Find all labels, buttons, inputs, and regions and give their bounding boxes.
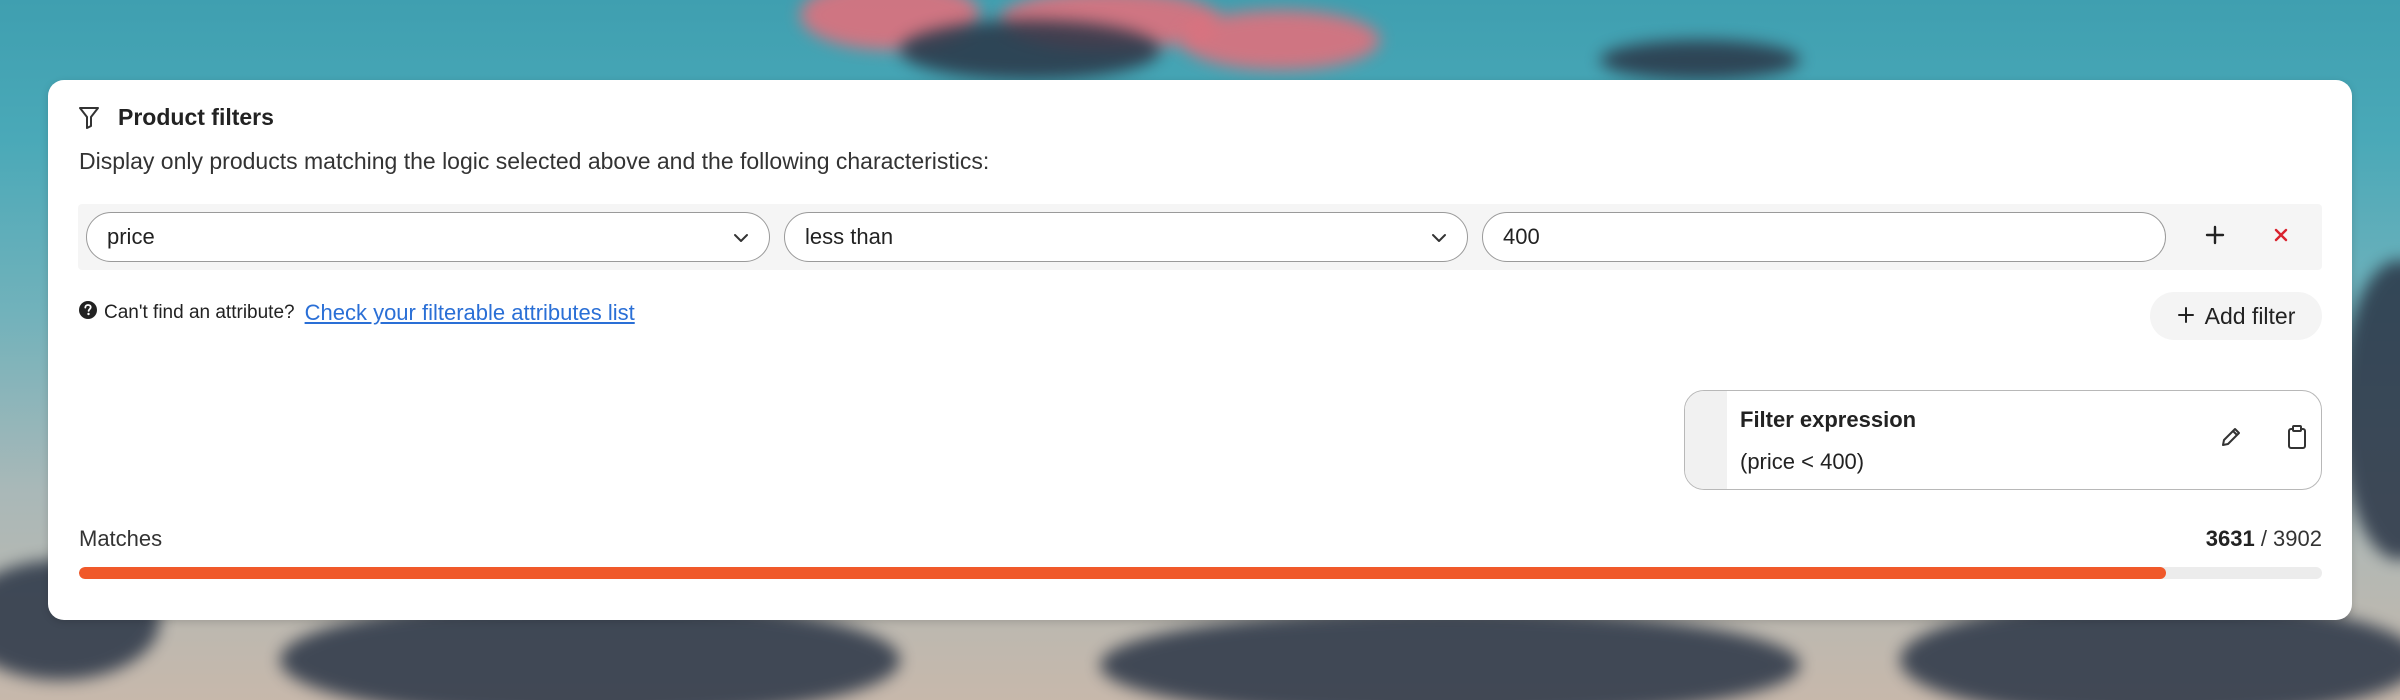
copy-expression-button[interactable] [2279, 421, 2315, 457]
product-filters-panel: Product filters Display only products ma… [48, 80, 2352, 620]
panel-description: Display only products matching the logic… [79, 148, 990, 174]
attribute-select-value: price [107, 224, 155, 249]
filter-row: price less than 400 [78, 204, 2322, 270]
add-filter-label: Add filter [2204, 302, 2296, 329]
pencil-icon [2218, 424, 2244, 455]
plus-icon [2205, 225, 2225, 250]
filter-icon [78, 106, 100, 130]
question-circle-icon [78, 300, 98, 326]
filter-value-text: 400 [1503, 224, 1540, 249]
add-filter-button[interactable]: Add filter [2150, 292, 2322, 340]
operator-select-value: less than [805, 224, 894, 249]
total-count: 3902 [2273, 526, 2322, 551]
plus-icon [2177, 303, 2195, 330]
attribute-select[interactable]: price [86, 212, 770, 262]
matched-count: 3631 [2205, 526, 2255, 551]
expression-side-strip [1685, 391, 1727, 489]
filter-value-input[interactable]: 400 [1482, 212, 2166, 262]
matches-progress-fill [79, 567, 2167, 579]
matches-progress-bar [79, 567, 2322, 579]
expression-title: Filter expression [1740, 407, 1917, 432]
panel-title: Product filters [118, 104, 274, 130]
close-icon [2273, 227, 2289, 248]
matches-label: Matches [79, 526, 163, 551]
filter-expression-box: Filter expression (price < 400) [1684, 390, 2322, 490]
panel-header: Product filters [78, 104, 274, 131]
matches-count: 3631 / 3902 [2206, 526, 2322, 552]
expression-value: (price < 400) [1740, 449, 1865, 474]
chevron-down-icon [731, 228, 751, 254]
help-text: Can't find an attribute? [104, 302, 295, 323]
add-condition-button[interactable] [2194, 216, 2236, 258]
remove-condition-button[interactable] [2260, 216, 2302, 258]
chevron-down-icon [1429, 228, 1449, 254]
attribute-help: Can't find an attribute? Check your filt… [78, 300, 635, 326]
filterable-attributes-link[interactable]: Check your filterable attributes list [305, 300, 635, 326]
operator-select[interactable]: less than [784, 212, 1468, 262]
edit-expression-button[interactable] [2213, 421, 2249, 457]
clipboard-icon [2285, 424, 2309, 455]
matches-separator: / [2254, 526, 2274, 551]
